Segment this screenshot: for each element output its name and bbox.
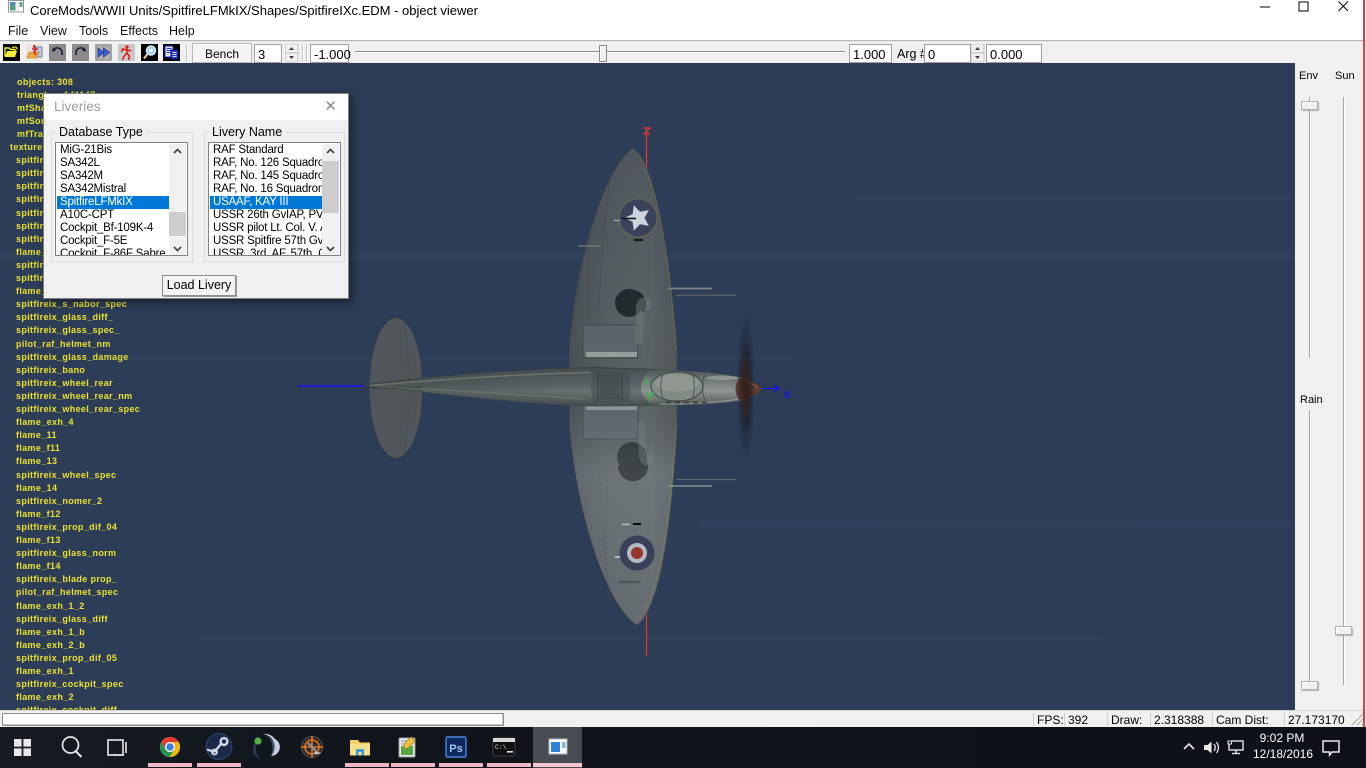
- svg-text:Ps: Ps: [449, 743, 462, 755]
- svg-text:C:\: C:\: [495, 744, 507, 751]
